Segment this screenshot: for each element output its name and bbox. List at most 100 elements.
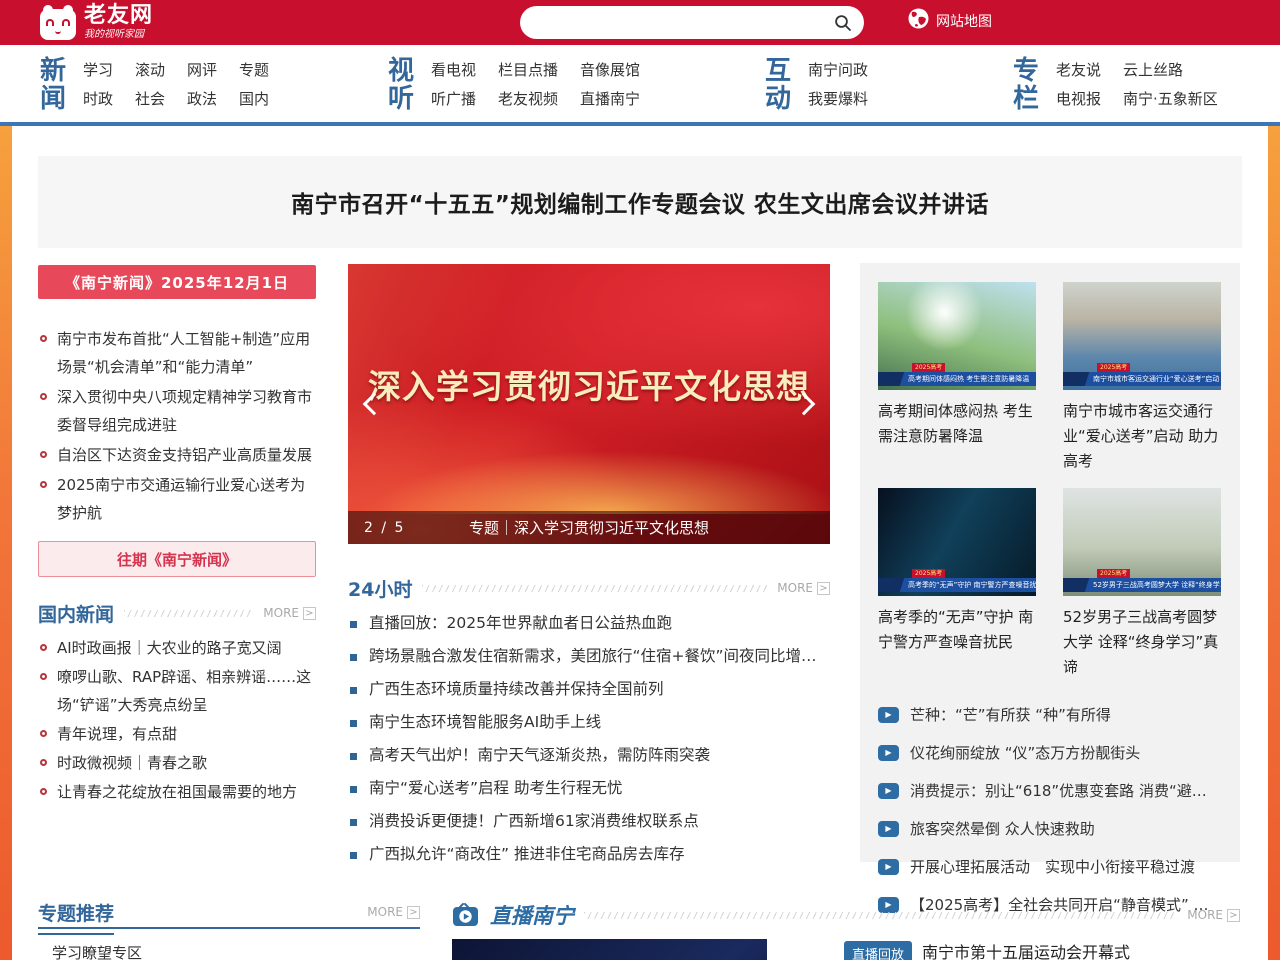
- play-icon: ▶: [878, 783, 899, 799]
- video-caption[interactable]: 南宁市城市客运交通行业“爱心送考”启动 助力高考: [1063, 399, 1221, 474]
- news-link[interactable]: AI时政画报｜大农业的路子宽又阔: [57, 634, 282, 662]
- top-headline-link[interactable]: 南宁市召开“十五五”规划编制工作专题会议 农生文出席会议并讲话: [291, 185, 989, 219]
- video-card[interactable]: 2025高考 52岁男子三战高考圆梦大学 诠释“终身学习”真谛 52岁男子三战高…: [1063, 488, 1221, 694]
- live-list-item[interactable]: 直播回放 南宁市第十五届运动会开幕式: [844, 941, 1130, 960]
- video-link[interactable]: 开展心理拓展活动 实现中小衔接平稳过渡: [910, 856, 1195, 877]
- exam-tag: 2025高考: [1097, 363, 1130, 372]
- news-link[interactable]: 青年说理，有点甜: [57, 720, 177, 748]
- bullet-icon: [350, 654, 357, 661]
- video-list-item[interactable]: ▶旅客突然晕倒 众人快速救助: [878, 818, 1222, 839]
- nav-link[interactable]: 老友说: [1056, 59, 1101, 80]
- center-column: 深入学习贯彻习近平文化思想 2 / 5 专题｜深入学习贯彻习近平文化思想 24小…: [348, 264, 830, 877]
- news-link[interactable]: 广西拟允许“商改住” 推进非住宅商品房去库存: [369, 844, 685, 865]
- nav-link[interactable]: 专题: [239, 59, 269, 80]
- exam-tag: 2025高考: [1097, 569, 1130, 578]
- news-link[interactable]: 2025南宁市交通运输行业爱心送考为梦护航: [57, 471, 316, 527]
- video-card[interactable]: 2025高考 高考季的“无声”守护 南宁警方严查噪音扰民 高考季的“无声”守护 …: [878, 488, 1036, 694]
- video-card[interactable]: 2025高考 南宁市城市客运交通行业“爱心送考”启动 助力高考 南宁市城市客运交…: [1063, 282, 1221, 488]
- nav-link[interactable]: 听广播: [431, 88, 476, 109]
- live-section: 直播南宁 MORE> 直播回放 南宁市第十五届运动会开幕式: [452, 903, 1240, 960]
- video-thumbnail[interactable]: 2025高考 高考期间体感闷热 考生需注意防暑降温: [878, 282, 1036, 390]
- bullet-icon: [40, 393, 47, 400]
- nav-link[interactable]: 我要爆料: [808, 88, 868, 109]
- carousel-caption[interactable]: 专题｜深入学习贯彻习近平文化思想: [348, 517, 830, 538]
- nav-link[interactable]: 国内: [239, 88, 269, 109]
- video-thumbnail[interactable]: 2025高考 52岁男子三战高考圆梦大学 诠释“终身学习”真谛: [1063, 488, 1221, 596]
- topic-item[interactable]: 学习瞭望专区: [38, 942, 420, 960]
- carousel[interactable]: 深入学习贯彻习近平文化思想 2 / 5 专题｜深入学习贯彻习近平文化思想: [348, 264, 830, 544]
- nav-link[interactable]: 滚动: [135, 59, 165, 80]
- news-link[interactable]: 时政微视频｜青春之歌: [57, 749, 207, 777]
- nav-link[interactable]: 南宁·五象新区: [1123, 88, 1218, 109]
- sitemap-link[interactable]: 网站地图: [908, 8, 992, 33]
- nav-link[interactable]: 云上丝路: [1123, 59, 1183, 80]
- news-link[interactable]: 南宁生态环境智能服务AI助手上线: [369, 712, 601, 733]
- hatch-divider: [124, 610, 253, 617]
- news-item: 消费投诉更便捷！广西新增61家消费维权联系点: [348, 811, 830, 832]
- bullet-icon: [350, 786, 357, 793]
- carousel-caption-bar: 2 / 5 专题｜深入学习贯彻习近平文化思想: [348, 511, 830, 544]
- search-icon[interactable]: [834, 14, 852, 32]
- video-link[interactable]: 芒种：“芒”有所获 “种”有所得: [910, 704, 1111, 725]
- nav-section-media[interactable]: 视听: [388, 57, 418, 113]
- nav-section-columns[interactable]: 专栏: [1013, 57, 1043, 113]
- nav-link[interactable]: 电视报: [1056, 88, 1101, 109]
- archive-button[interactable]: 往期《南宁新闻》: [38, 541, 316, 577]
- news-link[interactable]: 深入贯彻中央八项规定精神学习教育市委督导组完成进驻: [57, 383, 316, 439]
- nav-link[interactable]: 栏目点播: [498, 59, 558, 80]
- site-logo[interactable]: 老友网 我的视听家园: [40, 5, 153, 40]
- video-link[interactable]: 消费提示：别让“618”优惠变套路 消费“避坑”全指南: [910, 780, 1220, 801]
- more-link[interactable]: MORE>: [367, 905, 420, 919]
- left-column: 《南宁新闻》2025年12月1日 南宁市发布首批“人工智能+制造”应用场景“机会…: [38, 265, 316, 807]
- nav-section-interact[interactable]: 互动: [765, 57, 795, 113]
- nav-link[interactable]: 网评: [187, 59, 217, 80]
- video-list-item[interactable]: ▶仪花绚丽绽放 “仪”态万方扮靓街头: [878, 742, 1222, 763]
- tv-play-icon: [452, 903, 480, 927]
- nav-section-news[interactable]: 新闻: [40, 57, 70, 113]
- nav-link[interactable]: 看电视: [431, 59, 476, 80]
- nav-link[interactable]: 社会: [135, 88, 165, 109]
- news-link[interactable]: 跨场景融合激发住宿新需求，美团旅行“住宿+餐饮”间夜同比增…: [369, 646, 817, 667]
- hatch-divider: [584, 912, 1177, 919]
- video-list-item[interactable]: ▶ 消费提示：别让“618”优惠变套路 消费“避坑”全指南: [878, 780, 1222, 801]
- news-item: 南宁生态环境智能服务AI助手上线: [348, 712, 830, 733]
- video-card[interactable]: 2025高考 高考期间体感闷热 考生需注意防暑降温 高考期间体感闷热 考生需注意…: [878, 282, 1036, 488]
- news-link[interactable]: 自治区下达资金支持铝产业高质量发展: [57, 441, 312, 469]
- video-link[interactable]: 旅客突然晕倒 众人快速救助: [910, 818, 1095, 839]
- nav-link[interactable]: 南宁问政: [808, 59, 868, 80]
- topics-title: 专题推荐: [38, 899, 114, 935]
- nav-link[interactable]: 直播南宁: [580, 88, 640, 109]
- live-thumbnail[interactable]: [452, 939, 767, 960]
- news-link[interactable]: 广西生态环境质量持续改善并保持全国前列: [369, 679, 664, 700]
- news-link[interactable]: 南宁“爱心送考”启程 助考生行程无忧: [369, 778, 623, 799]
- news-link[interactable]: 让青春之花绽放在祖国最需要的地方: [57, 778, 297, 806]
- nav-group-columns: 专栏 老友说 云上丝路 电视报 南宁·五象新区: [1013, 57, 1218, 113]
- news-link[interactable]: 南宁市发布首批“人工智能+制造”应用场景“机会清单”和“能力清单”: [57, 325, 316, 381]
- news-link[interactable]: 高考天气出炉！南宁天气逐渐炎热，需防阵雨突袭: [369, 745, 710, 766]
- news-link[interactable]: 直播回放：2025年世界献血者日公益热血跑: [369, 613, 672, 634]
- video-caption[interactable]: 52岁男子三战高考圆梦大学 诠释“终身学习”真谛: [1063, 605, 1221, 680]
- video-list-item[interactable]: ▶开展心理拓展活动 实现中小衔接平稳过渡: [878, 856, 1222, 877]
- video-caption[interactable]: 高考期间体感闷热 考生需注意防暑降温: [878, 399, 1036, 449]
- more-link[interactable]: MORE>: [263, 606, 316, 620]
- more-link[interactable]: MORE>: [777, 581, 830, 595]
- nanning-news-banner[interactable]: 《南宁新闻》2025年12月1日: [38, 265, 316, 299]
- nav-link[interactable]: 时政: [83, 88, 113, 109]
- topics-header: 专题推荐 MORE>: [38, 905, 420, 929]
- bullet-icon: [350, 753, 357, 760]
- video-thumbnail[interactable]: 2025高考 南宁市城市客运交通行业“爱心送考”启动 助力高考: [1063, 282, 1221, 390]
- video-list-item[interactable]: ▶芒种：“芒”有所获 “种”有所得: [878, 704, 1222, 725]
- nav-link[interactable]: 政法: [187, 88, 217, 109]
- video-caption[interactable]: 高考季的“无声”守护 南宁警方严查噪音扰民: [878, 605, 1036, 655]
- video-link[interactable]: 仪花绚丽绽放 “仪”态万方扮靓街头: [910, 742, 1140, 763]
- video-thumbnail[interactable]: 2025高考 高考季的“无声”守护 南宁警方严查噪音扰民: [878, 488, 1036, 596]
- news-link[interactable]: 嘹啰山歌、RAP辟谣、相亲辨谣……这场“铲谣”大秀亮点纷呈: [57, 663, 316, 719]
- nav-link[interactable]: 音像展馆: [580, 59, 640, 80]
- nav-link[interactable]: 老友视频: [498, 88, 558, 109]
- news-link[interactable]: 消费投诉更便捷！广西新增61家消费维权联系点: [369, 811, 699, 832]
- search-input[interactable]: [520, 6, 834, 39]
- search-box[interactable]: [520, 6, 864, 39]
- nav-link[interactable]: 学习: [83, 59, 113, 80]
- more-link[interactable]: MORE>: [1187, 908, 1240, 922]
- live-item-title[interactable]: 南宁市第十五届运动会开幕式: [922, 941, 1130, 960]
